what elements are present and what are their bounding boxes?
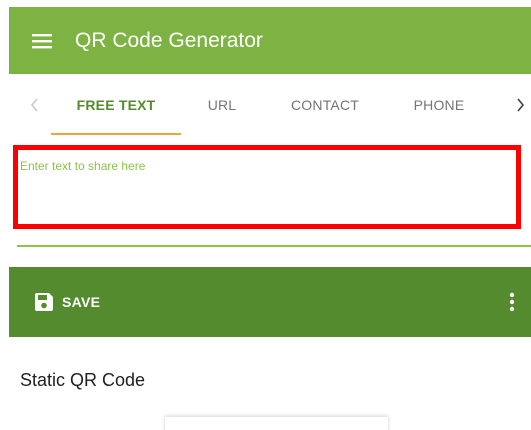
app-title: QR Code Generator xyxy=(75,28,263,52)
chevron-left-icon xyxy=(30,98,38,112)
menu-icon xyxy=(32,33,52,48)
app-bar: QR Code Generator xyxy=(9,7,531,74)
free-text-field-highlight xyxy=(13,145,521,229)
active-tab-indicator xyxy=(51,133,181,135)
tab-bar: FREE TEXT URL CONTACT PHONE xyxy=(9,74,531,136)
qr-code-card xyxy=(165,417,388,430)
tab-contact[interactable]: CONTACT xyxy=(279,74,371,136)
more-options-button[interactable] xyxy=(499,282,525,322)
tab-phone[interactable]: PHONE xyxy=(399,74,479,136)
tabs-prev-button[interactable] xyxy=(18,74,52,136)
action-toolbar: SAVE xyxy=(9,267,531,337)
save-button[interactable]: SAVE xyxy=(34,282,100,322)
save-label: SAVE xyxy=(62,294,101,310)
floppy-disk-icon xyxy=(34,293,53,311)
tabs-next-button[interactable] xyxy=(503,74,531,136)
tab-free-text[interactable]: FREE TEXT xyxy=(51,74,181,136)
chevron-right-icon xyxy=(517,98,525,112)
free-text-input[interactable] xyxy=(18,150,516,224)
section-title: Static QR Code xyxy=(20,370,146,390)
more-vert-icon xyxy=(509,292,515,312)
input-underline xyxy=(17,245,531,247)
menu-button[interactable] xyxy=(9,7,75,74)
tab-url[interactable]: URL xyxy=(197,74,247,136)
